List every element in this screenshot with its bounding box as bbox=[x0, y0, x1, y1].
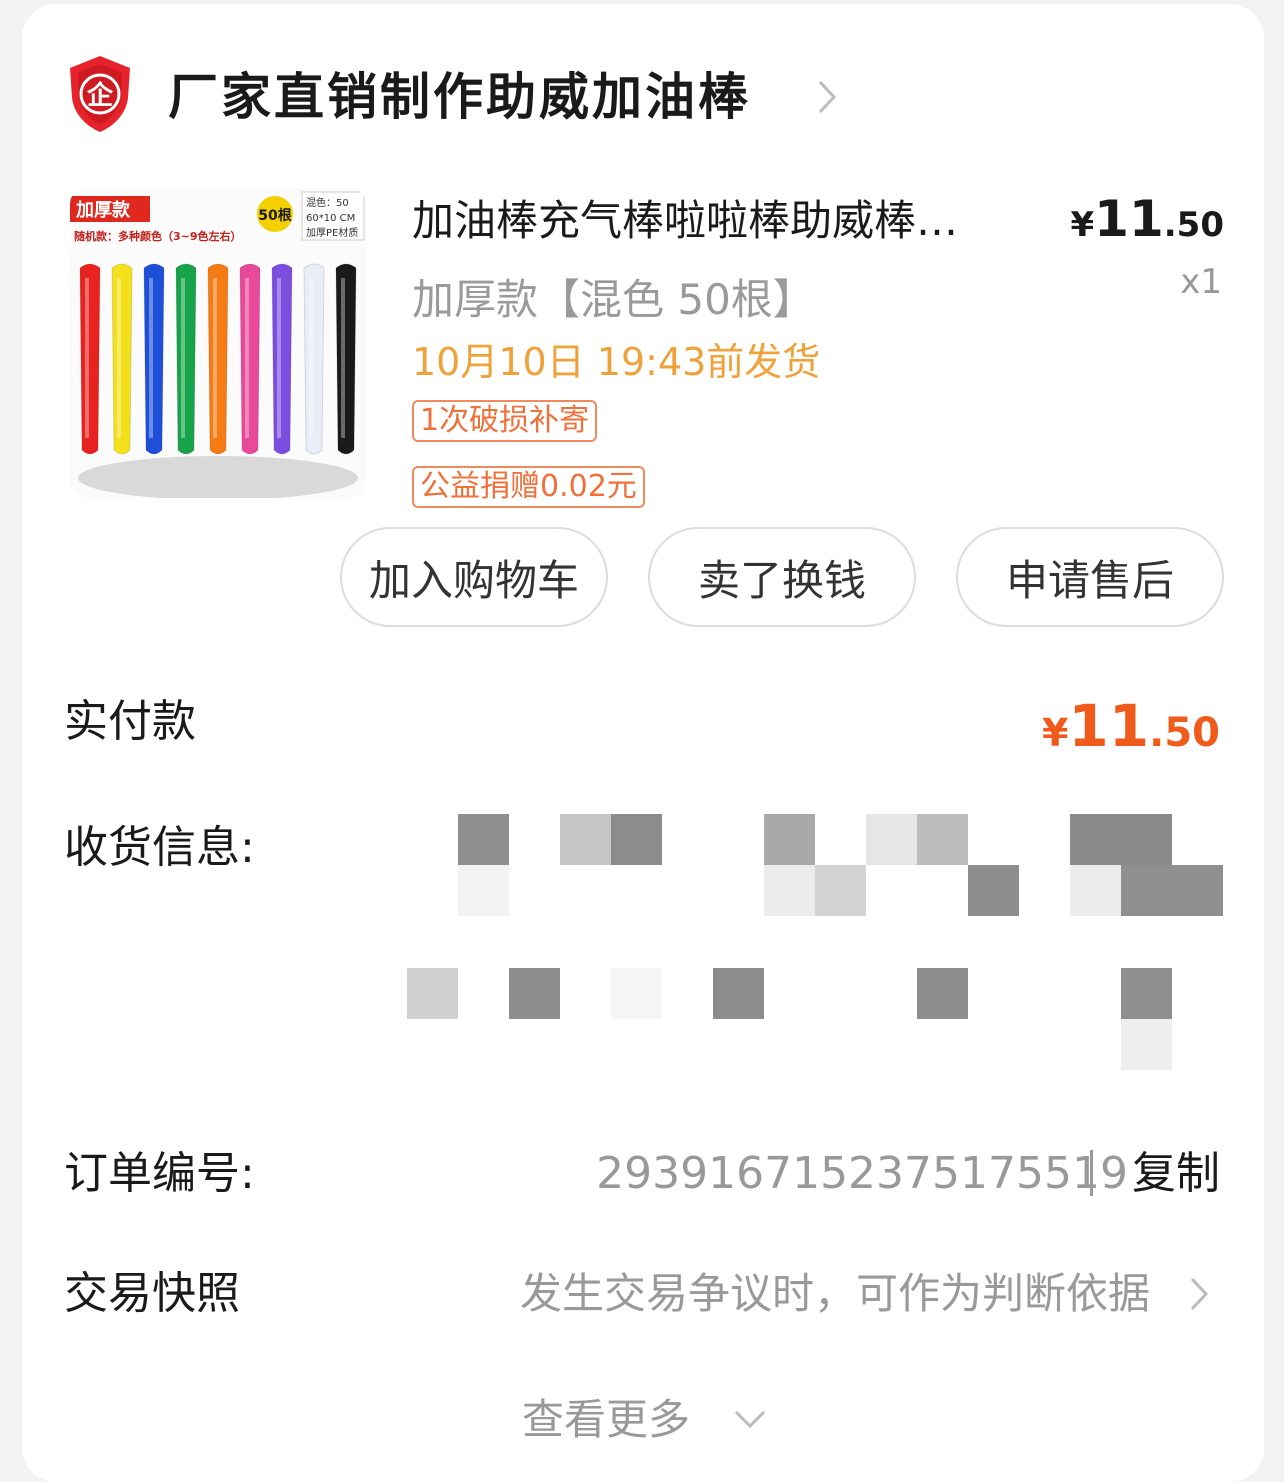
product-price: ¥11.50 bbox=[1071, 190, 1225, 248]
chevron-right-icon[interactable] bbox=[1186, 1270, 1214, 1318]
stick-highlight bbox=[213, 278, 217, 438]
chevron-right-icon[interactable] bbox=[812, 72, 842, 122]
image-badge: 加厚款 bbox=[75, 199, 131, 221]
inflatable-stick bbox=[111, 263, 133, 455]
order-card: 企 厂家直销制作助威加油棒 加厚款 随机款：多种颜色（3~9色左右） 50根 混… bbox=[22, 4, 1264, 1482]
image-info-line: 60*10 CM bbox=[306, 213, 355, 224]
price-integer: 11 bbox=[1094, 190, 1164, 248]
price-decimal: .50 bbox=[1163, 205, 1224, 245]
inflatable-stick bbox=[79, 263, 101, 455]
snapshot-description[interactable]: 发生交易争议时，可作为判断依据 bbox=[520, 1264, 1150, 1324]
service-tag-reship: 1次破损补寄 bbox=[412, 400, 598, 442]
ship-time: 10月10日 19:43前发货 bbox=[412, 340, 821, 384]
view-more-button[interactable]: 查看更多 bbox=[522, 1390, 690, 1450]
shop-name[interactable]: 厂家直销制作助威加油棒 bbox=[168, 62, 751, 132]
stick-highlight bbox=[341, 278, 345, 438]
product-quantity: x1 bbox=[1180, 262, 1222, 302]
inflatable-stick bbox=[239, 263, 261, 455]
product-spec: 加厚款【混色 50根】 bbox=[412, 275, 815, 324]
stick-highlight bbox=[117, 278, 121, 438]
stick-highlight bbox=[277, 278, 281, 438]
stick-highlight bbox=[245, 278, 249, 438]
shop-glyph: 企 bbox=[87, 80, 114, 111]
inflatable-stick bbox=[143, 263, 165, 455]
stick-highlight bbox=[85, 278, 89, 438]
price-currency: ¥ bbox=[1070, 205, 1095, 245]
service-tag-donation: 公益捐赠0.02元 bbox=[412, 466, 645, 508]
inflatable-stick bbox=[175, 263, 197, 455]
payment-decimal: .50 bbox=[1149, 710, 1220, 756]
stick-highlight bbox=[149, 278, 153, 438]
product-title[interactable]: 加油棒充气棒啦啦棒助威棒… bbox=[412, 192, 1072, 250]
copy-button[interactable]: 复制 bbox=[1132, 1144, 1220, 1204]
product-image[interactable]: 加厚款 随机款：多种颜色（3~9色左右） 50根 混色：50 60*10 CM 加厚… bbox=[70, 188, 366, 498]
image-info-line: 加厚PE材质 bbox=[306, 226, 358, 239]
resell-button[interactable]: 卖了换钱 bbox=[648, 527, 916, 627]
payment-label: 实付款 bbox=[64, 696, 196, 747]
inflatable-stick bbox=[271, 263, 293, 455]
product-thumbnail: 加厚款 随机款：多种颜色（3~9色左右） 50根 混色：50 60*10 CM 加厚… bbox=[70, 188, 366, 498]
order-number: 2939167152375175519 bbox=[596, 1148, 1128, 1199]
inflatable-stick bbox=[207, 263, 229, 455]
payment-integer: 11 bbox=[1068, 692, 1150, 760]
inflatable-stick bbox=[335, 263, 357, 455]
payment-currency: ¥ bbox=[1041, 711, 1069, 755]
add-to-cart-button[interactable]: 加入购物车 bbox=[340, 527, 608, 627]
enterprise-shield-icon: 企 bbox=[70, 56, 130, 132]
payment-amount: ¥11.50 bbox=[1042, 692, 1220, 760]
after-sale-button[interactable]: 申请售后 bbox=[956, 527, 1224, 627]
inflatable-stick bbox=[303, 263, 325, 455]
order-number-label: 订单编号: bbox=[64, 1148, 255, 1199]
stick-highlight bbox=[181, 278, 185, 438]
chevron-down-icon[interactable] bbox=[730, 1406, 770, 1432]
image-subtitle: 随机款：多种颜色（3~9色左右） bbox=[74, 229, 242, 243]
address-label: 收货信息: bbox=[64, 822, 255, 873]
snapshot-label[interactable]: 交易快照 bbox=[64, 1264, 240, 1324]
stick-highlight bbox=[309, 278, 313, 438]
image-info-line: 混色：50 bbox=[306, 196, 349, 209]
image-count-badge: 50根 bbox=[258, 207, 292, 224]
order-separator bbox=[1090, 1150, 1093, 1196]
